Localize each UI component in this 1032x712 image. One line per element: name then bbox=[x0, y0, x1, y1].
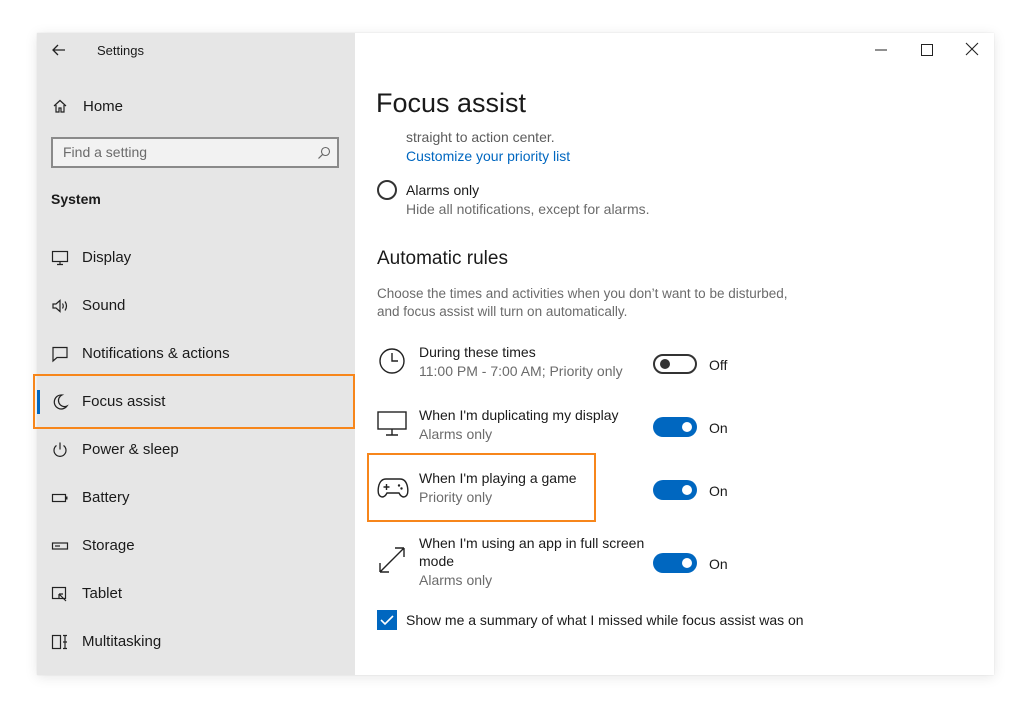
sidebar-item-power-sleep[interactable]: Power & sleep bbox=[37, 426, 355, 474]
settings-window: Settings Home Find a setting System Disp… bbox=[37, 33, 994, 675]
toggle-full-screen-app[interactable] bbox=[653, 553, 697, 573]
alarms-only-label: Alarms only bbox=[406, 182, 480, 198]
storage-icon bbox=[51, 537, 69, 555]
toggle-during-these-times[interactable] bbox=[653, 354, 697, 374]
sidebar-item-sound[interactable]: Sound bbox=[37, 282, 355, 330]
rule-subtitle: 11:00 PM - 7:00 AM; Priority only bbox=[419, 363, 623, 379]
alarms-only-option[interactable]: Alarms only Hide all notifications, exce… bbox=[377, 178, 677, 220]
window-title: Settings bbox=[97, 43, 144, 58]
toggle-knob bbox=[682, 558, 692, 568]
alarms-only-radio[interactable] bbox=[377, 180, 397, 200]
sidebar-item-label: Storage bbox=[82, 537, 135, 554]
maximize-icon[interactable] bbox=[920, 43, 934, 57]
checkmark-icon bbox=[380, 615, 394, 626]
rule-subtitle: Priority only bbox=[419, 489, 493, 505]
rules-description-line2: and focus assist will turn on automatica… bbox=[377, 304, 628, 319]
sidebar-item-notifications[interactable]: Notifications & actions bbox=[37, 330, 355, 378]
toggle-state-label: On bbox=[709, 556, 728, 572]
sidebar-item-label: Display bbox=[82, 249, 132, 266]
power-icon bbox=[51, 441, 69, 459]
home-nav-item[interactable]: Home bbox=[37, 90, 355, 124]
sidebar-item-label: Tablet bbox=[82, 585, 123, 602]
toggle-state-label: On bbox=[709, 420, 728, 436]
toggle-knob bbox=[682, 485, 692, 495]
monitor-icon bbox=[377, 411, 407, 437]
search-icon[interactable] bbox=[317, 146, 331, 160]
toggle-playing-game[interactable] bbox=[653, 480, 697, 500]
page-title: Focus assist bbox=[376, 88, 527, 118]
fullscreen-arrows-icon bbox=[377, 545, 407, 575]
summary-checkbox[interactable] bbox=[377, 610, 397, 630]
battery-icon bbox=[51, 489, 69, 507]
focus-assist-highlight bbox=[33, 374, 355, 429]
toggle-state-label: Off bbox=[709, 357, 728, 373]
priority-description: straight to action center. bbox=[406, 129, 555, 145]
rule-title: When I'm playing a game bbox=[419, 470, 577, 486]
automatic-rules-heading: Automatic rules bbox=[377, 248, 508, 269]
summary-checkbox-label: Show me a summary of what I missed while… bbox=[406, 612, 804, 628]
sidebar-item-tablet[interactable]: Tablet bbox=[37, 570, 355, 618]
alarms-only-description: Hide all notifications, except for alarm… bbox=[406, 201, 650, 217]
sidebar-item-label: Power & sleep bbox=[82, 441, 179, 458]
minimize-icon[interactable] bbox=[874, 43, 888, 57]
rule-subtitle: Alarms only bbox=[419, 572, 493, 588]
toggle-knob bbox=[682, 422, 692, 432]
sidebar-item-battery[interactable]: Battery bbox=[37, 474, 355, 522]
main-content: Focus assist straight to action center. … bbox=[355, 33, 994, 675]
home-icon bbox=[52, 98, 68, 114]
sidebar: Settings Home Find a setting System Disp… bbox=[37, 33, 355, 675]
toggle-knob bbox=[660, 359, 670, 369]
customize-priority-link[interactable]: Customize your priority list bbox=[406, 148, 570, 164]
sound-icon bbox=[51, 297, 69, 315]
close-icon[interactable] bbox=[965, 42, 979, 56]
display-icon bbox=[51, 249, 69, 267]
tablet-icon bbox=[51, 585, 69, 603]
sidebar-item-display[interactable]: Display bbox=[37, 234, 355, 282]
rules-description-line1: Choose the times and activities when you… bbox=[377, 286, 788, 301]
rule-title: When I'm duplicating my display bbox=[419, 407, 619, 423]
back-arrow-icon[interactable] bbox=[51, 42, 67, 58]
toggle-state-label: On bbox=[709, 483, 728, 499]
rule-title-line2: mode bbox=[419, 553, 455, 569]
sidebar-item-storage[interactable]: Storage bbox=[37, 522, 355, 570]
search-input[interactable]: Find a setting bbox=[51, 137, 339, 168]
gamepad-icon bbox=[377, 477, 409, 499]
toggle-duplicating-display[interactable] bbox=[653, 417, 697, 437]
sidebar-item-label: Battery bbox=[82, 489, 130, 506]
section-title-system: System bbox=[51, 191, 101, 207]
home-label: Home bbox=[83, 98, 124, 115]
sidebar-item-label: Notifications & actions bbox=[82, 345, 230, 362]
notifications-icon bbox=[51, 345, 69, 363]
multitasking-icon bbox=[51, 633, 69, 651]
sidebar-item-label: Sound bbox=[82, 297, 126, 314]
sidebar-item-multitasking[interactable]: Multitasking bbox=[37, 618, 355, 666]
rule-subtitle: Alarms only bbox=[419, 426, 493, 442]
summary-option[interactable]: Show me a summary of what I missed while… bbox=[377, 609, 837, 633]
rule-title: During these times bbox=[419, 344, 536, 360]
search-placeholder: Find a setting bbox=[63, 144, 148, 160]
rule-title-line1: When I'm using an app in full screen bbox=[419, 535, 645, 551]
clock-icon bbox=[378, 347, 406, 375]
sidebar-item-label: Multitasking bbox=[82, 633, 162, 650]
